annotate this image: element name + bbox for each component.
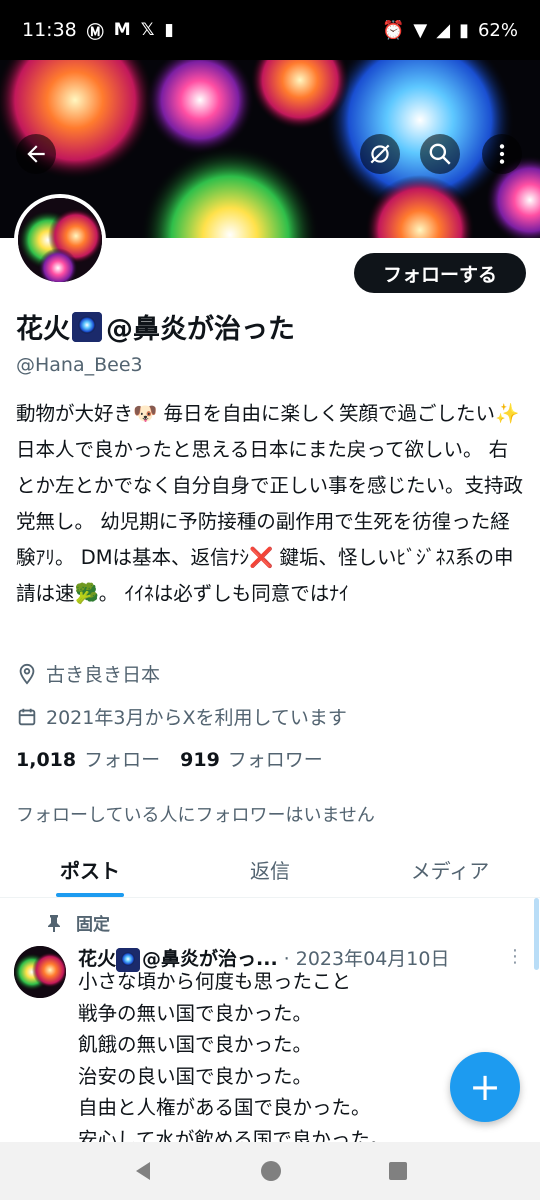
- pinned-label: 固定: [76, 915, 110, 935]
- battery-icon: ▮: [459, 19, 469, 41]
- fireworks-emoji-icon: [72, 311, 102, 342]
- x-icon: 𝕏: [140, 20, 155, 40]
- display-name: 花火 @鼻炎が治った: [16, 307, 295, 346]
- post-author-avatar[interactable]: [14, 946, 66, 998]
- profile-tabs: ポスト 返信 メディア: [0, 842, 540, 898]
- more-button[interactable]: [482, 134, 522, 174]
- location-pin-icon: [19, 663, 35, 685]
- fireworks-avatar-image: [18, 198, 102, 282]
- display-name-prefix: 花火: [16, 314, 70, 345]
- android-nav-bar: [0, 1142, 540, 1200]
- avatar[interactable]: [14, 194, 106, 286]
- translate-button[interactable]: [360, 134, 400, 174]
- followers-label: フォロワー: [227, 749, 323, 771]
- clock: 11:38: [22, 19, 77, 41]
- post-text: 小さな頃から何度も思ったこと 戦争の無い国で良かった。 飢餓の無い国で良かった。…: [78, 970, 390, 1142]
- scrollbar[interactable]: [534, 898, 539, 970]
- joined-text: 2021年3月からXを利用しています: [46, 707, 347, 729]
- location-row: 古き良き日本: [16, 660, 160, 687]
- compose-button[interactable]: +: [450, 1052, 520, 1122]
- followers-count: 919: [180, 749, 220, 771]
- wifi-icon: ▼: [413, 19, 428, 41]
- fireworks-avatar-image: [14, 946, 66, 998]
- follow-button[interactable]: フォローする: [354, 253, 526, 293]
- following-link[interactable]: 1,018 フォロー: [16, 745, 160, 772]
- status-bar: 11:38 Ⓜ M 𝕏 ▮ ⏰ ▼ ◢ ▮ 62%: [0, 0, 540, 60]
- calendar-icon: [18, 708, 36, 725]
- profile-bio: 動物が大好き🐶 毎日を自由に楽しく笑顔で過ごしたい✨ 日本人で良かったと思える日…: [16, 402, 526, 605]
- gmail-icon: M: [113, 20, 131, 40]
- back-button[interactable]: [16, 134, 56, 174]
- signal-icon: ◢: [436, 19, 451, 41]
- location-text: 古き良き日本: [46, 664, 161, 686]
- followers-link[interactable]: 919 フォロワー: [180, 745, 323, 772]
- pin-icon: [48, 914, 60, 932]
- home-circle-icon[interactable]: [259, 1159, 283, 1183]
- user-handle: @Hana_Bee3: [16, 354, 143, 376]
- mutual-followers-note: フォローしている人にフォロワーはいません: [16, 805, 375, 826]
- display-name-suffix: @鼻炎が治った: [106, 314, 295, 345]
- sd-card-icon: ▮: [164, 20, 174, 40]
- following-count: 1,018: [16, 749, 77, 771]
- following-label: フォロー: [84, 749, 161, 771]
- alarm-icon: ⏰: [381, 19, 405, 41]
- joined-row: 2021年3月からXを利用しています: [16, 703, 347, 730]
- battery-level: 62%: [477, 19, 518, 41]
- post-more-icon[interactable]: ⋮: [506, 946, 524, 967]
- more-vertical-icon: [499, 144, 505, 164]
- recents-square-icon[interactable]: [388, 1161, 408, 1181]
- pinned-indicator: 固定: [46, 910, 110, 935]
- arrow-left-icon: [27, 145, 45, 163]
- translate-off-icon: [370, 144, 390, 164]
- tab-replies[interactable]: 返信: [180, 842, 360, 897]
- back-triangle-icon[interactable]: [132, 1160, 154, 1182]
- tab-posts[interactable]: ポスト: [0, 842, 180, 897]
- search-button[interactable]: [420, 134, 460, 174]
- tab-media[interactable]: メディア: [360, 842, 540, 897]
- search-icon: [429, 143, 451, 165]
- motorola-icon: Ⓜ: [86, 22, 104, 43]
- follow-stats: 1,018 フォロー 919 フォロワー: [16, 745, 323, 772]
